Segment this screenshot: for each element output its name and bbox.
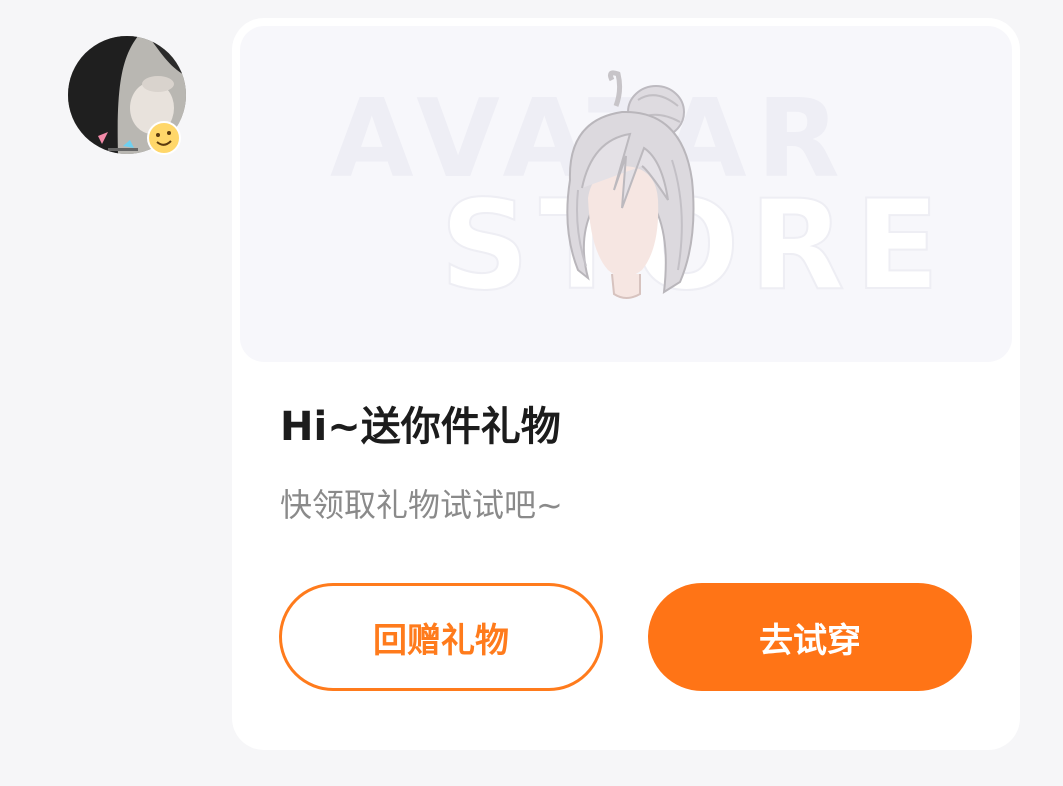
gift-card: AVATAR STORE Hi~送你件礼物 快领取礼物试试吧~ 回赠礼物 去试穿 bbox=[232, 18, 1020, 750]
emoji-badge-icon bbox=[147, 121, 181, 155]
sender-avatar[interactable] bbox=[68, 36, 188, 156]
try-on-button[interactable]: 去试穿 bbox=[648, 583, 972, 691]
hair-accessory-icon bbox=[566, 70, 695, 299]
gift-subtitle: 快领取礼物试试吧~ bbox=[280, 486, 563, 524]
gift-banner: AVATAR STORE bbox=[240, 26, 1012, 362]
return-gift-button[interactable]: 回赠礼物 bbox=[279, 583, 603, 691]
gift-title: Hi~送你件礼物 bbox=[280, 404, 561, 450]
